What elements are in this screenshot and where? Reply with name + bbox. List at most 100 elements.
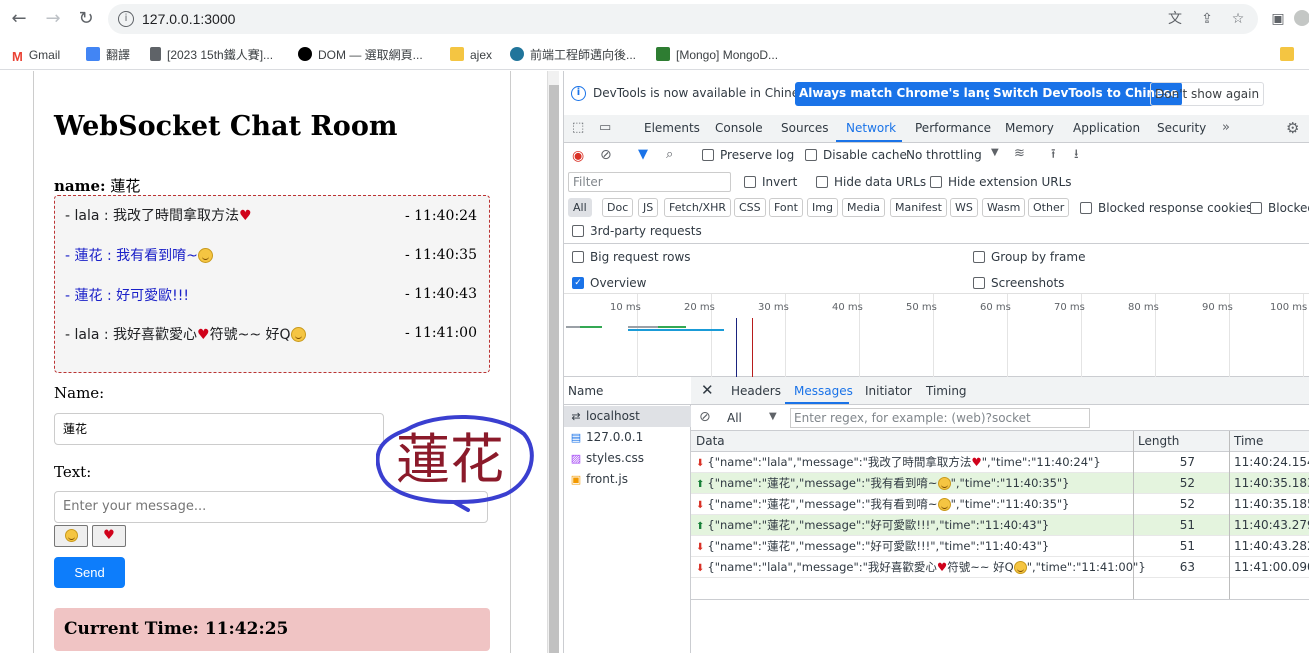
send-button[interactable]: Send — [54, 557, 125, 588]
url-text[interactable]: 127.0.0.1:3000 — [142, 11, 235, 27]
type-filter-fetch[interactable]: Fetch/XHR — [664, 198, 731, 217]
bookmark-dom[interactable]: DOM — 選取網頁... — [298, 46, 423, 64]
tab-sources[interactable]: Sources — [781, 121, 828, 135]
reload-icon[interactable]: ↻ — [75, 8, 97, 30]
scrollbar-thumb[interactable] — [549, 85, 559, 653]
preserve-log-checkbox[interactable] — [702, 149, 714, 161]
overview-checkbox[interactable]: ✓ — [572, 277, 584, 289]
type-filter-ws[interactable]: WS — [950, 198, 978, 217]
column-divider[interactable] — [1133, 431, 1134, 599]
tab-network[interactable]: Network — [846, 121, 896, 135]
chevron-down-icon[interactable]: ▼ — [991, 147, 999, 158]
tab-memory[interactable]: Memory — [1005, 121, 1054, 135]
blocked-checkbox[interactable] — [1250, 202, 1262, 214]
settings-gear-icon[interactable]: ⚙ — [1286, 119, 1299, 137]
bookmark-translate[interactable]: 翻譯 — [86, 46, 130, 64]
group-by-frame-checkbox[interactable] — [973, 251, 985, 263]
clear-messages-icon[interactable]: ⊘ — [699, 409, 711, 425]
tab-messages[interactable]: Messages — [794, 384, 853, 398]
request-item[interactable]: ▨ styles.css — [564, 448, 691, 469]
record-stop-icon[interactable]: ◉ — [572, 148, 584, 164]
type-filter-media[interactable]: Media — [842, 198, 886, 217]
network-conditions-icon[interactable]: ≋ — [1014, 146, 1025, 161]
name-input[interactable]: 蓮花 — [54, 413, 384, 445]
message-frame-row[interactable]: ⬇ {"name":"lala","message":"我好喜歡愛心♥符號~~ 好… — [691, 557, 1309, 578]
tab-elements[interactable]: Elements — [644, 121, 700, 135]
third-party-checkbox[interactable] — [572, 225, 584, 237]
message-regex-input[interactable]: Enter regex, for example: (web)?socket — [790, 408, 1090, 428]
translate-page-icon[interactable]: 文 — [1166, 10, 1184, 28]
more-tabs-icon[interactable]: » — [1222, 120, 1230, 135]
filter-input[interactable]: Filter — [568, 172, 731, 192]
tab-application[interactable]: Application — [1073, 121, 1140, 135]
message-frame-row[interactable]: ⬇ {"name":"蓮花","message":"我有看到唷~ ","time":… — [691, 494, 1309, 515]
type-filter-wasm[interactable]: Wasm — [982, 198, 1026, 217]
chevron-down-icon[interactable]: ▼ — [769, 411, 777, 422]
type-filter-font[interactable]: Font — [769, 198, 803, 217]
profile-avatar-icon[interactable] — [1294, 10, 1309, 26]
forward-arrow-icon[interactable]: → — [42, 8, 64, 30]
request-item[interactable]: ▤ 127.0.0.1 — [564, 427, 691, 448]
smile-emoji-button[interactable] — [54, 525, 88, 547]
share-icon[interactable]: ⇪ — [1198, 10, 1216, 28]
column-data[interactable]: Data — [696, 434, 725, 448]
tab-headers[interactable]: Headers — [731, 384, 781, 398]
big-rows-checkbox[interactable] — [572, 251, 584, 263]
request-item[interactable]: ▣ front.js — [564, 469, 691, 490]
bookmark-ironman[interactable]: [2023 15th鐵人賽]... — [150, 46, 273, 64]
filter-funnel-icon[interactable]: ▼ — [638, 147, 648, 162]
back-arrow-icon[interactable]: ← — [8, 8, 30, 30]
disable-cache-checkbox[interactable] — [805, 149, 817, 161]
bookmark-frontend[interactable]: 前端工程師邁向後... — [510, 46, 636, 64]
blocked-cookies-checkbox[interactable] — [1080, 202, 1092, 214]
address-bar[interactable]: i 127.0.0.1:3000 — [108, 4, 1258, 34]
network-overview-timeline[interactable]: 10 ms 20 ms 30 ms 40 ms 50 ms 60 ms 70 m… — [564, 293, 1309, 378]
side-panel-icon[interactable]: ▣ — [1269, 10, 1287, 28]
tab-security[interactable]: Security — [1157, 121, 1206, 135]
clear-icon[interactable]: ⊘ — [600, 147, 612, 163]
dont-show-again-button[interactable]: Don't show again — [1150, 82, 1265, 106]
bookmark-label: ajex — [470, 48, 493, 62]
hide-ext-urls-checkbox[interactable] — [930, 176, 942, 188]
type-filter-css[interactable]: CSS — [734, 198, 766, 217]
bookmark-ajex[interactable]: ajex — [450, 46, 492, 64]
message-frame-row[interactable]: ⬆ {"name":"蓮花","message":"好可愛歐!!!","time"… — [691, 515, 1309, 536]
tab-initiator[interactable]: Initiator — [865, 384, 912, 398]
type-filter-manifest[interactable]: Manifest — [890, 198, 947, 217]
column-divider[interactable] — [1229, 431, 1230, 599]
device-toolbar-icon[interactable]: ▭ — [599, 120, 611, 135]
type-filter-doc[interactable]: Doc — [602, 198, 634, 217]
throttling-select[interactable]: No throttling — [906, 148, 982, 162]
frame-data: ⬆ {"name":"蓮花","message":"好可愛歐!!!","time"… — [696, 515, 1049, 537]
site-info-icon[interactable]: i — [118, 11, 134, 27]
message-frame-row[interactable]: ⬇ {"name":"蓮花","message":"好可愛歐!!!","time"… — [691, 536, 1309, 557]
invert-checkbox[interactable] — [744, 176, 756, 188]
import-har-icon[interactable]: ⭱ — [1051, 145, 1056, 167]
request-item[interactable]: ⇄ localhost — [564, 406, 691, 427]
type-filter-js[interactable]: JS — [638, 198, 659, 217]
screenshots-checkbox[interactable] — [973, 277, 985, 289]
search-icon[interactable]: ⌕ — [666, 147, 673, 162]
message-frame-row[interactable]: ⬇ {"name":"lala","message":"我改了時間拿取方法♥","… — [691, 452, 1309, 473]
column-length[interactable]: Length — [1138, 434, 1179, 448]
inspect-element-icon[interactable]: ⬚ — [572, 120, 584, 135]
type-filter-other[interactable]: Other — [1028, 198, 1070, 217]
close-detail-icon[interactable]: ✕ — [701, 381, 714, 399]
type-filter-img[interactable]: Img — [807, 198, 838, 217]
tab-console[interactable]: Console — [715, 121, 763, 135]
bookmark-gmail[interactable]: M Gmail — [12, 46, 60, 64]
type-filter-all[interactable]: All — [568, 198, 592, 217]
tab-timing[interactable]: Timing — [926, 384, 967, 398]
bookmark-folder-more[interactable] — [1280, 46, 1300, 64]
name-column-header[interactable]: Name — [564, 377, 691, 405]
export-har-icon[interactable]: ⭳ — [1074, 145, 1079, 167]
page-scrollbar[interactable] — [547, 71, 559, 653]
hide-data-urls-checkbox[interactable] — [816, 176, 828, 188]
message-type-select[interactable]: All — [727, 411, 742, 425]
message-frame-row[interactable]: ⬆ {"name":"蓮花","message":"我有看到唷~ ","time":… — [691, 473, 1309, 494]
column-time[interactable]: Time — [1234, 434, 1263, 448]
bookmark-mongo[interactable]: [Mongo] MongoD... — [656, 46, 778, 64]
heart-emoji-button[interactable]: ♥ — [92, 525, 126, 547]
tab-performance[interactable]: Performance — [915, 121, 991, 135]
bookmark-star-icon[interactable]: ☆ — [1229, 10, 1247, 28]
